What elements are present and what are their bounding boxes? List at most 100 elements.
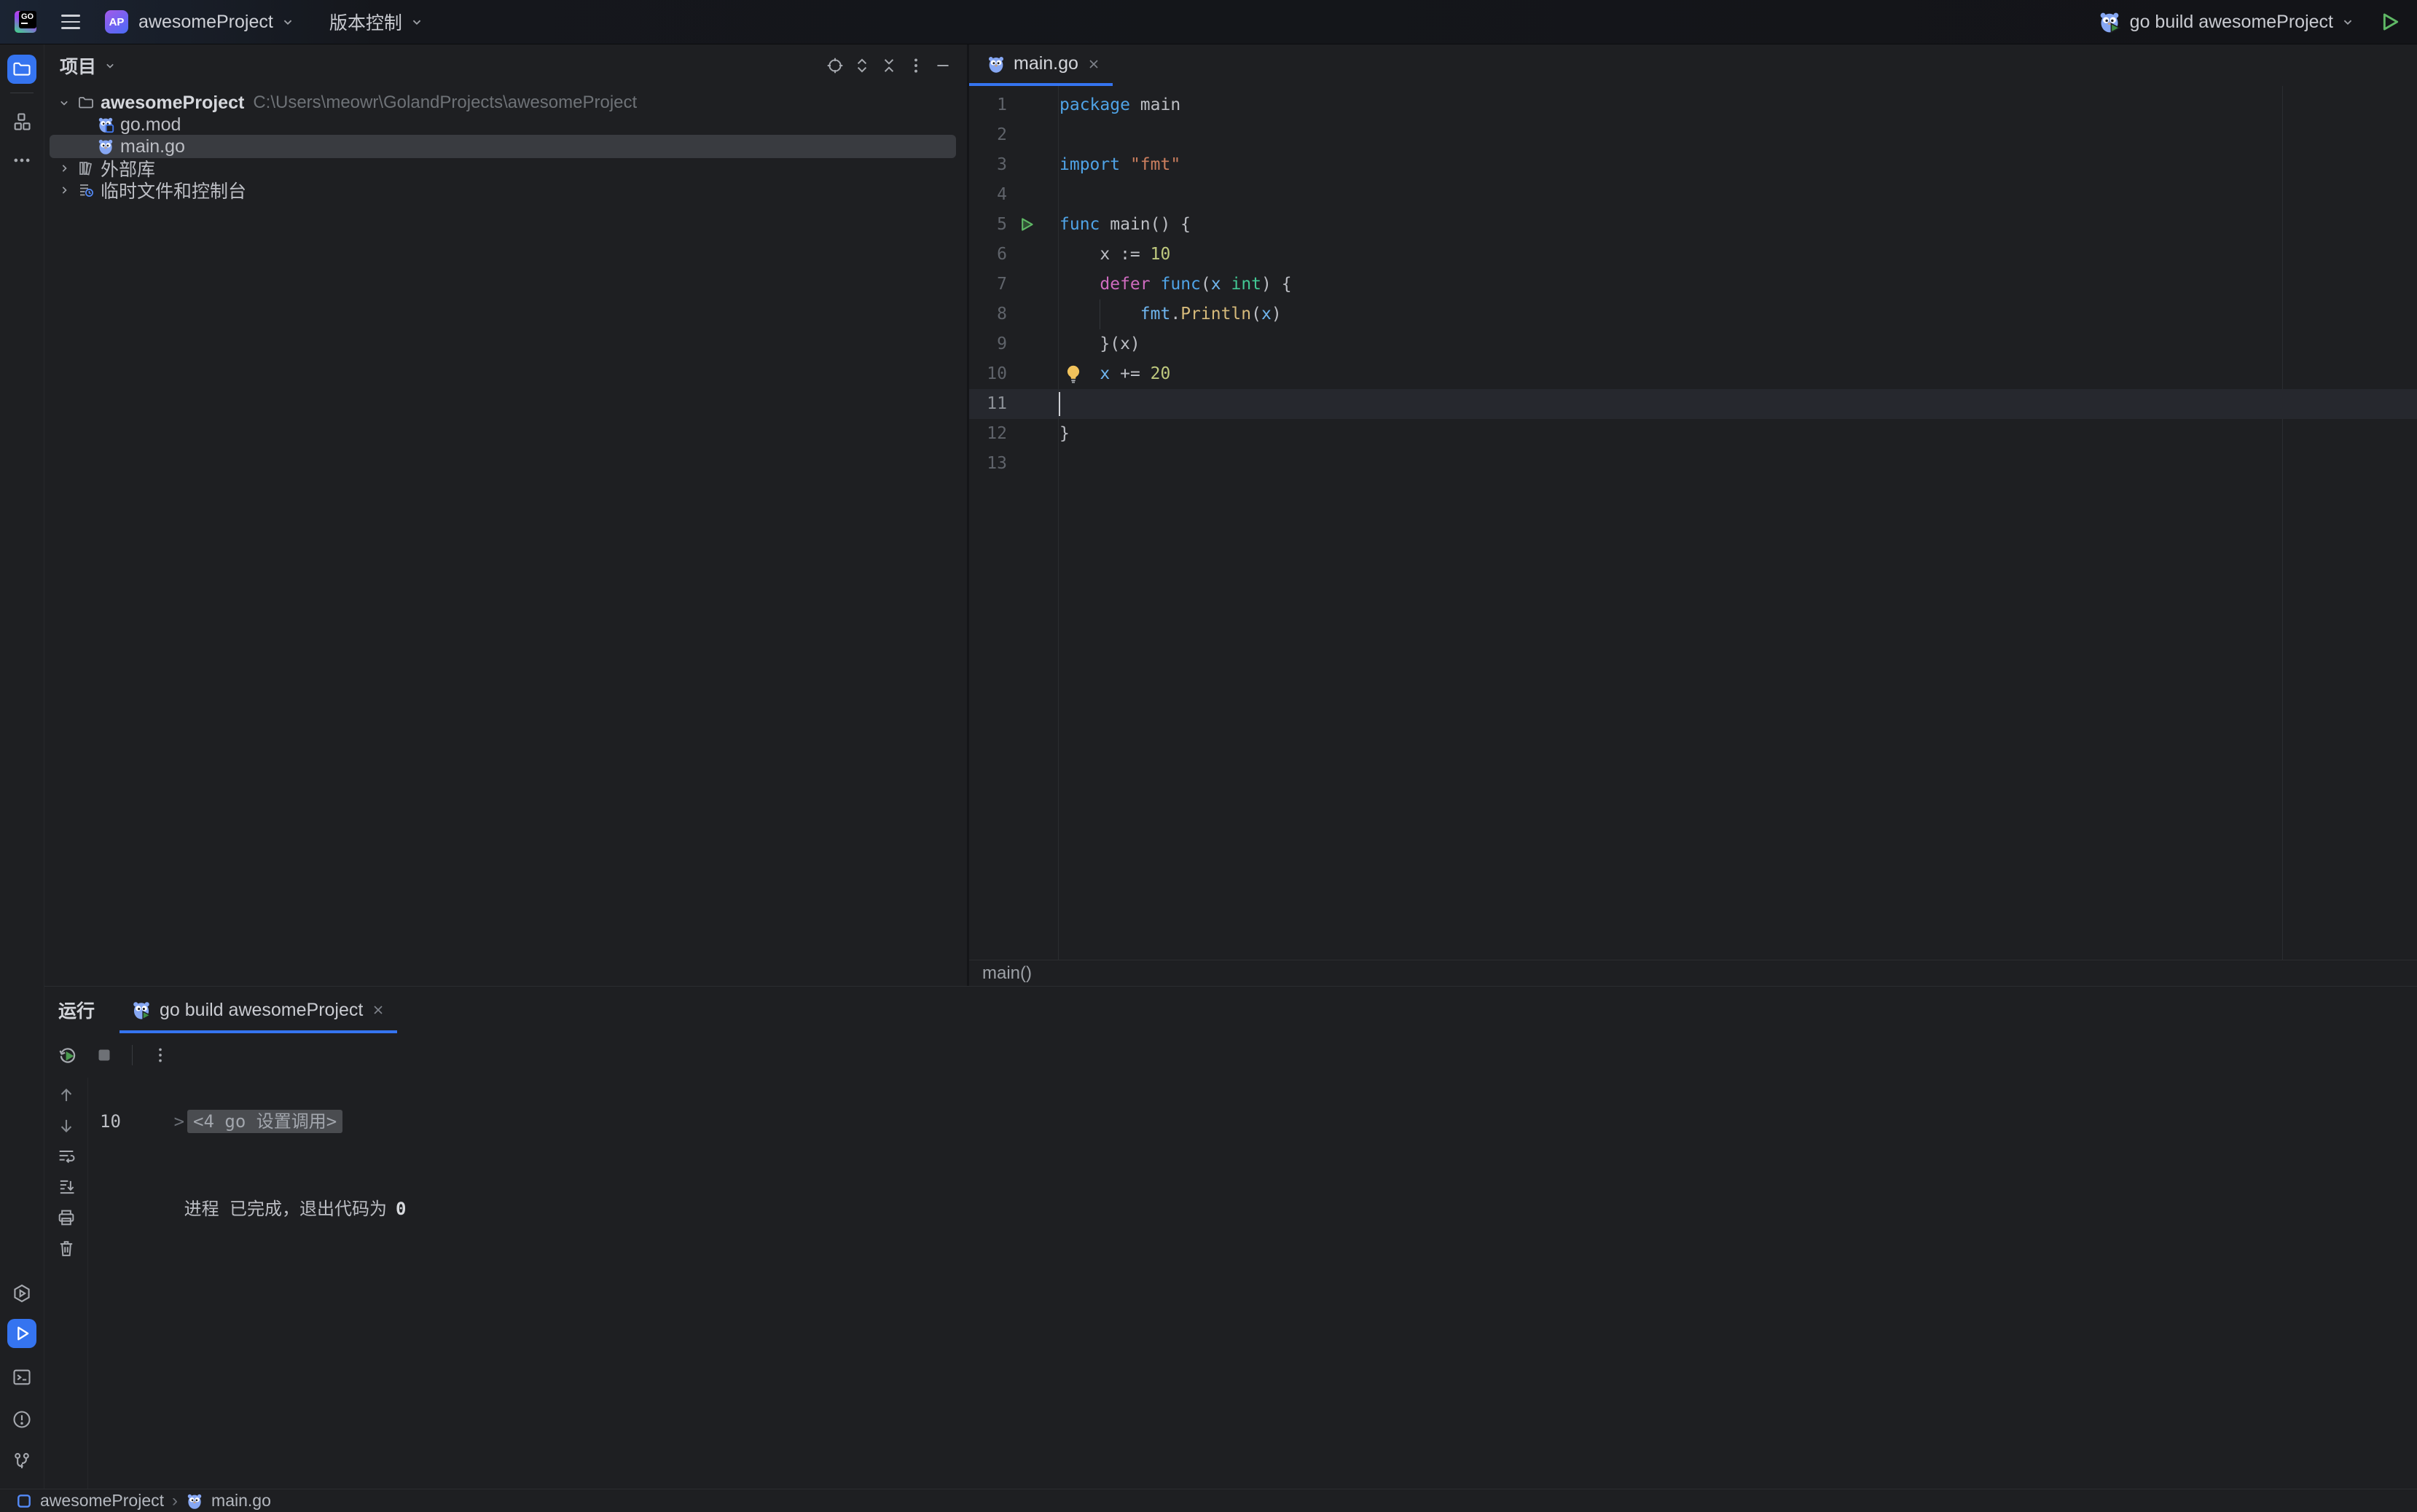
line-number: 7 (969, 270, 1007, 299)
tab-run-configuration[interactable]: go build awesomeProject (120, 987, 397, 1033)
code-line-8[interactable]: 8 fmt.Println(x) (969, 299, 2417, 329)
statusbar-breadcrumb-project[interactable]: awesomeProject (40, 1491, 164, 1511)
chevron-down-icon[interactable] (53, 95, 75, 110)
editor-breadcrumbs[interactable]: main() (969, 960, 2417, 986)
tree-row-go-mod[interactable]: go.mod (44, 114, 967, 136)
code-line-6[interactable]: 6 x := 10 (969, 240, 2417, 270)
code-text[interactable]: x += 20 (1058, 359, 2417, 389)
code-line-3[interactable]: 3 import "fmt" (969, 150, 2417, 180)
vcs-widget[interactable]: 版本控制 (329, 9, 402, 35)
hide-panel-button[interactable] (929, 52, 956, 79)
intention-bulb-icon[interactable] (1062, 363, 1084, 385)
run-config-gopher-icon (2098, 10, 2121, 34)
folder-icon (12, 59, 32, 79)
code-line-10[interactable]: 10 x += 20 (969, 359, 2417, 389)
project-panel-title[interactable]: 项目 (60, 52, 96, 79)
tree-row-project-root[interactable]: awesomeProject C:\Users\meowr\GolandProj… (44, 92, 967, 114)
title-bar: GO AP awesomeProject 版本控制 go build aweso… (0, 0, 2417, 44)
code-text[interactable] (1058, 120, 2417, 150)
tab-label: go build awesomeProject (160, 1000, 363, 1021)
clear-console-button[interactable] (53, 1235, 79, 1261)
stop-button[interactable] (90, 1041, 119, 1070)
more-options-kebab-button[interactable] (146, 1041, 175, 1070)
code-text[interactable] (1058, 449, 2417, 479)
structure-icon (12, 111, 32, 132)
problems-tool-button[interactable] (7, 1405, 36, 1434)
tree-item-path: C:\Users\meowr\GolandProjects\awesomePro… (253, 93, 637, 113)
locate-file-button[interactable] (821, 52, 848, 79)
code-line-9[interactable]: 9 }(x) (969, 329, 2417, 359)
console-side-toolbar (44, 1078, 88, 1489)
services-icon (12, 1283, 32, 1304)
rerun-button[interactable] (53, 1041, 82, 1070)
code-line-4[interactable]: 4 (969, 180, 2417, 210)
tab-label: main.go (1014, 53, 1078, 74)
code-text[interactable] (1058, 389, 2417, 419)
code-line-12[interactable]: 12} (969, 419, 2417, 449)
console-command-line[interactable]: ><4 go 设置调用> (88, 1078, 2417, 1107)
code-text[interactable]: defer func(x int) { (1058, 270, 2417, 299)
line-number: 13 (969, 449, 1007, 479)
run-tool-button[interactable] (7, 1319, 36, 1348)
run-button[interactable] (2378, 10, 2401, 34)
run-configuration-selector[interactable]: go build awesomeProject (2098, 10, 2356, 34)
prev-occurrence-button[interactable] (53, 1082, 79, 1108)
console-exit-line: 进程 已完成，退出代码为0 (88, 1165, 2417, 1194)
options-kebab-button[interactable] (902, 52, 929, 79)
tree-row-main-go[interactable]: main.go (44, 136, 967, 157)
statusbar-breadcrumb-file[interactable]: main.go (211, 1491, 271, 1511)
more-tool-windows-button[interactable] (7, 146, 36, 175)
next-occurrence-button[interactable] (53, 1113, 79, 1139)
main-menu-button[interactable] (61, 15, 80, 29)
gutter (1007, 299, 1058, 329)
problems-icon (12, 1409, 32, 1430)
tree-row-external-libraries[interactable]: 外部库 (44, 157, 967, 179)
console-output-line: 10 (88, 1107, 2417, 1136)
project-tool-button[interactable] (7, 55, 36, 84)
code-text[interactable]: fmt.Println(x) (1058, 299, 2417, 329)
scroll-to-end-button[interactable] (53, 1174, 79, 1200)
chevron-down-icon (280, 14, 296, 30)
run-panel-title[interactable]: 运行 (58, 997, 95, 1023)
code-text[interactable]: func main() { (1058, 210, 2417, 240)
code-line-2[interactable]: 2 (969, 120, 2417, 150)
folded-go-settings-chip[interactable]: <4 go 设置调用> (187, 1110, 342, 1133)
tree-row-scratches[interactable]: 临时文件和控制台 (44, 179, 967, 201)
project-avatar[interactable]: AP (105, 10, 128, 34)
project-widget[interactable]: awesomeProject (138, 12, 273, 33)
expand-all-button[interactable] (848, 52, 875, 79)
services-tool-button[interactable] (7, 1279, 36, 1308)
exit-code: 0 (396, 1199, 406, 1219)
more-icon (12, 150, 32, 171)
tab-main-go[interactable]: main.go (969, 44, 1113, 83)
line-number: 9 (969, 329, 1007, 359)
line-number: 3 (969, 150, 1007, 180)
chevron-right-icon[interactable] (53, 161, 75, 176)
run-console-output[interactable]: ><4 go 设置调用> 10 进程 已完成，退出代码为0 (88, 1078, 2417, 1489)
code-text[interactable] (1058, 180, 2417, 210)
close-icon[interactable] (1086, 57, 1101, 71)
line-number: 2 (969, 120, 1007, 150)
collapse-all-button[interactable] (875, 52, 902, 79)
terminal-tool-button[interactable] (7, 1363, 36, 1392)
code-line-7[interactable]: 7 defer func(x int) { (969, 270, 2417, 299)
print-button[interactable] (53, 1204, 79, 1231)
code-text[interactable]: import "fmt" (1058, 150, 2417, 180)
code-line-1[interactable]: 1package main (969, 90, 2417, 120)
code-text[interactable]: x := 10 (1058, 240, 2417, 270)
code-text[interactable]: package main (1058, 90, 2417, 120)
code-text[interactable]: } (1058, 419, 2417, 449)
code-text[interactable]: }(x) (1058, 329, 2417, 359)
gutter (1007, 120, 1058, 150)
close-icon[interactable] (371, 1003, 385, 1017)
code-line-11[interactable]: 11 (969, 389, 2417, 419)
version-control-tool-button[interactable] (7, 1446, 36, 1476)
soft-wrap-button[interactable] (53, 1143, 79, 1170)
structure-tool-button[interactable] (7, 107, 36, 136)
code-editor[interactable]: 1package main23 import "fmt"45func main()… (969, 86, 2417, 960)
code-line-5[interactable]: 5func main() { (969, 210, 2417, 240)
run-gutter-icon[interactable] (1007, 210, 1058, 240)
code-line-13[interactable]: 13 (969, 449, 2417, 479)
chevron-right-icon[interactable] (53, 183, 75, 197)
activity-bar (0, 44, 44, 1489)
